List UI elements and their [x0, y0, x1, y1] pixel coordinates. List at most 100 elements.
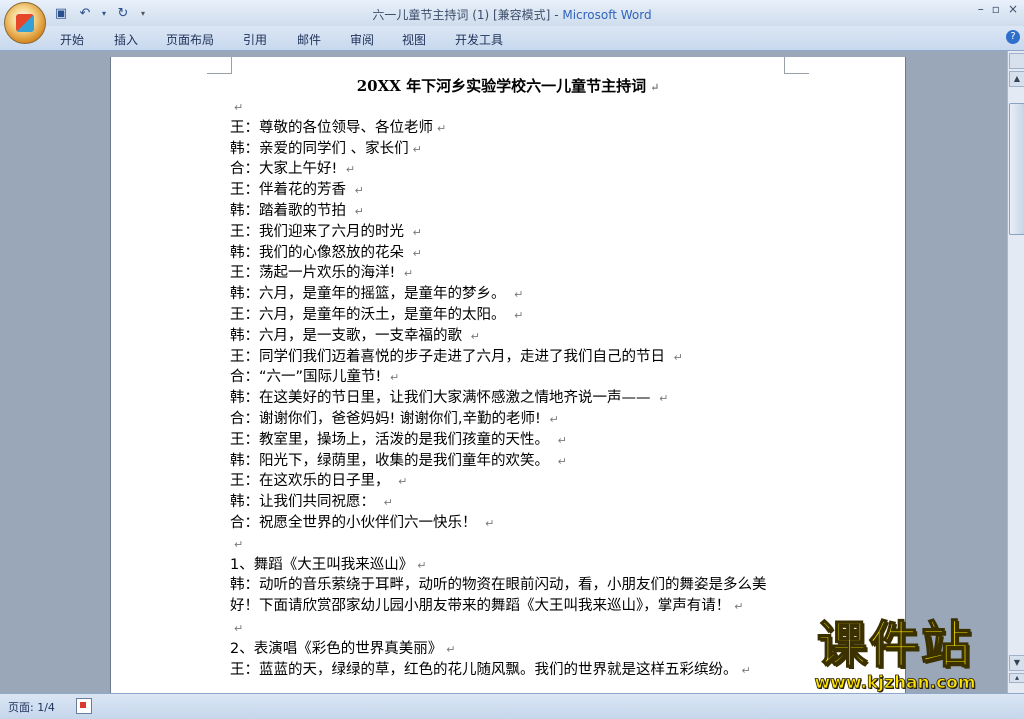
tab-review[interactable]: 审阅	[350, 31, 374, 48]
document-line: 1、舞蹈《大王叫我来巡山》 ↵	[230, 555, 790, 576]
page-count[interactable]: 页面: 1/4	[8, 699, 55, 715]
watermark-text: 课件站	[816, 616, 973, 674]
tab-page-layout[interactable]: 页面布局	[166, 31, 214, 48]
office-button[interactable]	[4, 2, 46, 44]
document-line: 韩：踏着歌的节拍 ↵	[230, 201, 790, 222]
line-text: 韩：六月，是一支歌，一支幸福的歌	[230, 327, 467, 344]
document-line: 王：我们迎来了六月的时光 ↵	[230, 222, 790, 243]
proofing-icon[interactable]	[76, 698, 92, 714]
document-workspace: 20XX 年下河乡实验学校六一儿童节主持词 ↵ ↵ 王：尊敬的各位领导、各位老师 ↵ 韩…	[0, 51, 1007, 693]
paragraph-mark: ↵	[354, 184, 364, 198]
paragraph-mark: ↵	[417, 558, 427, 572]
paragraph-mark: ↵	[412, 142, 422, 156]
paragraph-text: 韩：动听的音乐萦绕于耳畔，动听的物资在眼前闪动，看，小朋友们的舞姿是多么美好！下…	[230, 577, 767, 615]
line-text: 2、表演唱《彩色的世界真美丽》	[230, 640, 443, 657]
margin-corner-mark	[784, 57, 809, 74]
line-text: 王：同学们我们迈着喜悦的步子走进了六月，走进了我们自己的节日	[230, 348, 670, 365]
app-name: Microsoft Word	[562, 8, 652, 22]
paragraph-mark: ↵	[412, 225, 422, 239]
line-text: 合：“六一”国际儿童节!	[230, 369, 386, 386]
close-button[interactable]: ×	[1008, 2, 1018, 16]
document-line: 韩：亲爱的同学们 、家长们 ↵	[230, 139, 790, 160]
document-line: ↵	[230, 534, 790, 555]
document-line: 韩：六月，是童年的摇篮，是童年的梦乡。 ↵	[230, 284, 790, 305]
document-line: 合：谢谢你们，爸爸妈妈! 谢谢你们,辛勤的老师! ↵	[230, 409, 790, 430]
document-line: ↵	[230, 97, 790, 118]
document-line: 韩：我们的心像怒放的花朵 ↵	[230, 243, 790, 264]
line-text: 王：我们迎来了六月的时光	[230, 223, 409, 240]
scrollbar-thumb[interactable]	[1009, 103, 1024, 235]
watermark-url: www.kjzhan.com	[814, 673, 976, 694]
window-controls: – ▫ ×	[978, 2, 1018, 16]
line-text: 韩：踏着歌的节拍	[230, 202, 351, 219]
paragraph-mark: ↵	[549, 412, 559, 426]
line-text: 韩：阳光下，绿荫里，收集的是我们童年的欢笑。	[230, 452, 554, 469]
line-text: 合：祝愿全世界的小伙伴们六一快乐！	[230, 514, 482, 531]
paragraph-mark: ↵	[650, 81, 660, 94]
minimize-button[interactable]: –	[978, 2, 984, 16]
line-text: 合：谢谢你们，爸爸妈妈! 谢谢你们,辛勤的老师!	[230, 410, 546, 427]
document-line: ↵	[230, 618, 790, 639]
document-line: 王：在这欢乐的日子里， ↵	[230, 471, 790, 492]
office-logo-icon	[16, 14, 34, 32]
paragraph-mark: ↵	[398, 475, 408, 489]
document-heading-text: 20XX 年下河乡实验学校六一儿童节主持词	[356, 77, 647, 95]
scroll-up-button[interactable]: ▲	[1009, 71, 1024, 87]
tab-view[interactable]: 视图	[402, 31, 426, 48]
document-line: 合：大家上午好! ↵	[230, 159, 790, 180]
document-paragraph: 韩：动听的音乐萦绕于耳畔，动听的物资在眼前闪动，看，小朋友们的舞姿是多么美好！下…	[230, 575, 786, 618]
paragraph-mark: ↵	[557, 454, 567, 468]
tab-mailings[interactable]: 邮件	[297, 31, 321, 48]
tab-references[interactable]: 引用	[243, 31, 267, 48]
tab-insert[interactable]: 插入	[114, 31, 138, 48]
line-text: 王：在这欢乐的日子里，	[230, 473, 395, 490]
paragraph-mark: ↵	[345, 163, 356, 177]
watermark-logo: 课件站 www.kjzhan.com	[775, 616, 1015, 694]
document-line: 王：蓝蓝的天，绿绿的草，红色的花儿随风飘。我们的世界就是这样五彩缤纷。 ↵	[230, 660, 790, 681]
paragraph-mark: ↵	[514, 308, 524, 322]
restore-button[interactable]: ▫	[992, 2, 1000, 16]
paragraph-mark: ↵	[383, 496, 393, 510]
paragraph-mark: ↵	[389, 371, 400, 385]
paragraph-mark: ↵	[470, 329, 480, 343]
paragraph-mark: ↵	[234, 537, 244, 551]
window-title: 六一儿童节主持词 (1) [兼容模式] - Microsoft Word	[0, 6, 1024, 23]
document-page[interactable]: 20XX 年下河乡实验学校六一儿童节主持词 ↵ ↵ 王：尊敬的各位领导、各位老师 ↵ 韩…	[110, 57, 906, 693]
document-line: 王：同学们我们迈着喜悦的步子走进了六月，走进了我们自己的节日 ↵	[230, 347, 790, 368]
paragraph-mark: ↵	[485, 516, 495, 530]
status-bar: 页面: 1/4	[0, 693, 1024, 719]
document-line: 合：祝愿全世界的小伙伴们六一快乐！ ↵	[230, 513, 790, 534]
paragraph-mark: ↵	[741, 663, 751, 677]
paragraph-mark: ↵	[673, 350, 683, 364]
line-text: 王：教室里，操场上，活泼的是我们孩童的天性。	[230, 431, 554, 448]
document-heading: 20XX 年下河乡实验学校六一儿童节主持词 ↵	[111, 75, 905, 96]
margin-corner-mark	[207, 57, 232, 74]
tab-developer[interactable]: 开发工具	[455, 31, 503, 48]
line-text: 王：尊敬的各位领导、各位老师	[230, 119, 433, 136]
vertical-scrollbar[interactable]: ▲ ▼ ▴	[1007, 51, 1024, 693]
document-line: 合：“六一”国际儿童节! ↵	[230, 367, 790, 388]
ruler-toggle-icon[interactable]	[1009, 53, 1024, 69]
paragraph-mark: ↵	[234, 101, 244, 114]
line-text: 韩：让我们共同祝愿：	[230, 494, 380, 511]
document-body[interactable]: ↵ 王：尊敬的各位领导、各位老师 ↵ 韩：亲爱的同学们 、家长们 ↵ 合：大家上午好! ↵…	[230, 97, 790, 680]
paragraph-mark: ↵	[437, 121, 447, 135]
line-text: 1、舞蹈《大王叫我来巡山》	[230, 556, 414, 573]
document-line: 2、表演唱《彩色的世界真美丽》 ↵	[230, 639, 790, 660]
line-text: 韩：我们的心像怒放的花朵	[230, 244, 409, 261]
document-line: 王：荡起一片欢乐的海洋! ↵	[230, 263, 790, 284]
document-line: 韩：阳光下，绿荫里，收集的是我们童年的欢笑。 ↵	[230, 451, 790, 472]
paragraph-mark: ↵	[557, 433, 567, 447]
tab-home[interactable]: 开始	[60, 31, 84, 48]
ribbon-tabs: 开始 插入 页面布局 引用 邮件 审阅 视图 开发工具	[0, 26, 1024, 51]
document-line: 王：伴着花的芳香 ↵	[230, 180, 790, 201]
line-text: 韩：在这美好的节日里，让我们大家满怀感激之情地齐说一声——	[230, 390, 656, 407]
title-bar: ▣ ↶ ▾ ↻ ▾ 六一儿童节主持词 (1) [兼容模式] - Microsof…	[0, 0, 1024, 44]
line-text: 王：六月，是童年的沃土，是童年的太阳。	[230, 306, 511, 323]
title-separator: -	[550, 8, 563, 22]
help-icon[interactable]: ?	[1006, 30, 1020, 44]
line-text: 王：伴着花的芳香	[230, 182, 351, 199]
paragraph-mark: ↵	[734, 600, 744, 614]
paragraph-mark: ↵	[403, 267, 414, 281]
paragraph-mark: ↵	[514, 288, 524, 302]
